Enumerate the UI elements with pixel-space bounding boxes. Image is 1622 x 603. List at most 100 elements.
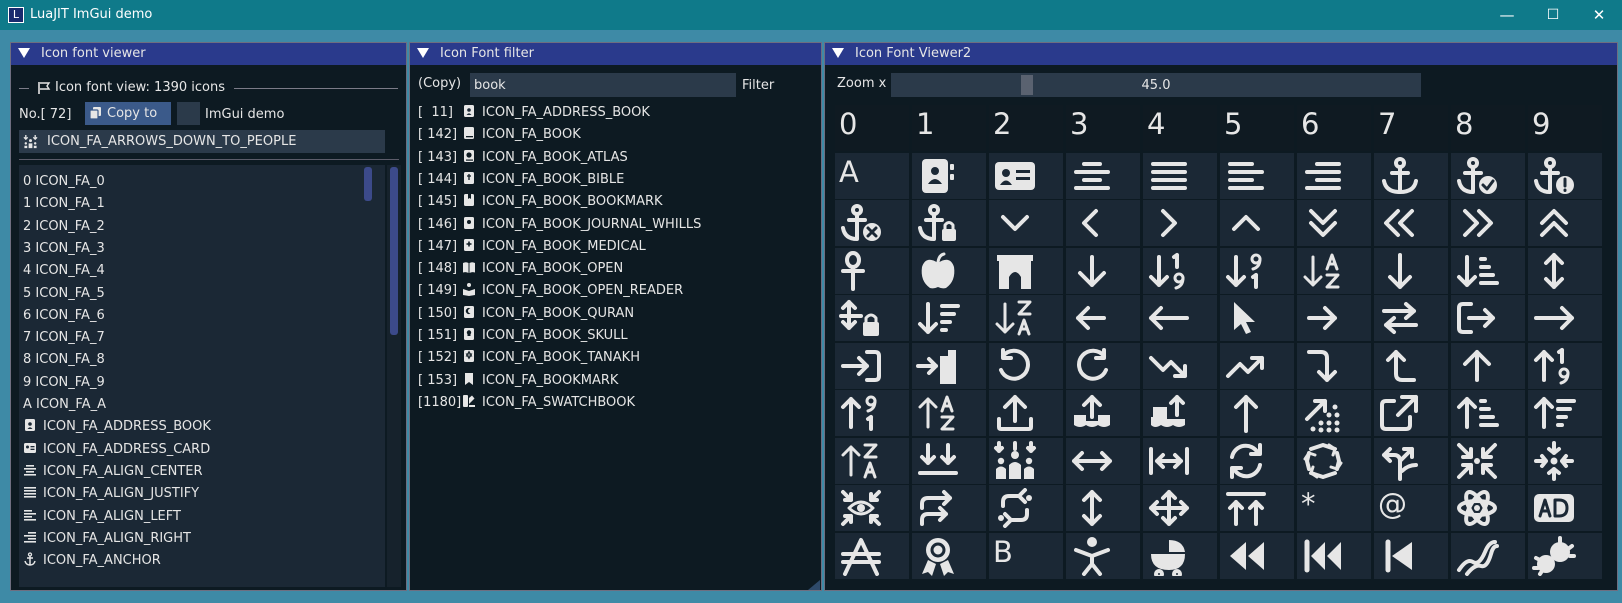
arrows-to-eye-icon[interactable]	[835, 485, 910, 532]
arrow-right-to-city-icon[interactable]	[912, 342, 987, 390]
ankh-icon[interactable]	[835, 247, 910, 295]
address-book-icon[interactable]	[912, 152, 987, 200]
list-item[interactable]: 2 ICON_FA_2	[23, 216, 105, 238]
arrows-up-down-icon[interactable]	[1528, 247, 1603, 295]
filter-result-row[interactable]: [ 150] ICON_FA_BOOK_QURAN	[418, 305, 634, 321]
zoom-slider[interactable]: 45.0	[891, 73, 1421, 97]
glyph-a[interactable]: A	[835, 152, 910, 200]
arrow-down-z-a-icon[interactable]	[989, 295, 1064, 342]
copy-to-button[interactable]: Copy to	[85, 102, 171, 125]
arrow-up-wide-short-icon[interactable]	[1528, 390, 1603, 437]
filter-result-row[interactable]: [ 148] ICON_FA_BOOK_OPEN	[418, 260, 623, 276]
arrow-rotate-left-icon[interactable]	[989, 342, 1064, 390]
filter-result-row[interactable]: [ 151] ICON_FA_BOOK_SKULL	[418, 327, 628, 343]
anchor-check-icon[interactable]	[1451, 152, 1526, 200]
at-icon[interactable]: @	[1374, 485, 1449, 532]
list-item[interactable]: 9 ICON_FA_9	[23, 372, 105, 394]
list-item[interactable]: 7 ICON_FA_7	[23, 327, 105, 349]
baby-icon[interactable]	[1066, 532, 1141, 580]
icon-grid[interactable]: 0 1 2 3 4 5 6 7 8 9 A * @ B	[835, 105, 1615, 590]
backward-step-icon[interactable]	[1374, 532, 1449, 580]
arrows-left-right-icon[interactable]	[1066, 437, 1141, 485]
chevron-up-icon[interactable]	[1220, 200, 1295, 247]
filter-result-row[interactable]: [ 146] ICON_FA_BOOK_JOURNAL_WHILLS	[418, 216, 701, 232]
arrow-up-from-water-pump-icon[interactable]	[1143, 390, 1218, 437]
list-item[interactable]: 4 ICON_FA_4	[23, 260, 105, 282]
award-icon[interactable]	[912, 532, 987, 580]
chevron-down-icon[interactable]	[989, 200, 1064, 247]
list-item[interactable]: ICON_FA_ADDRESS_BOOK	[23, 416, 211, 438]
double-chevron-down-icon[interactable]	[1297, 200, 1372, 247]
list-item[interactable]: ICON_FA_ALIGN_JUSTIFY	[23, 483, 199, 505]
arrow-up-from-bracket-icon[interactable]	[989, 390, 1064, 437]
arrow-rotate-right-icon[interactable]	[1066, 342, 1141, 390]
outer-scrollbar-track[interactable]	[387, 165, 401, 587]
collapse-triangle-icon[interactable]	[417, 48, 429, 58]
arrow-up-short-wide-icon[interactable]	[1451, 390, 1526, 437]
arrows-up-to-line-icon[interactable]	[1220, 485, 1295, 532]
anchor-lock-icon[interactable]	[912, 200, 987, 247]
list-item[interactable]: 3 ICON_FA_3	[23, 238, 105, 260]
imgui-demo-checkbox[interactable]	[177, 102, 200, 125]
copy-label[interactable]: (Copy)	[418, 76, 461, 91]
filter-result-row[interactable]: [ 145] ICON_FA_BOOK_BOOKMARK	[418, 193, 663, 209]
arrow-up-a-z-icon[interactable]	[912, 390, 987, 437]
arrows-to-dot-icon[interactable]	[1528, 437, 1603, 485]
filter-result-row[interactable]: [ 144] ICON_FA_BOOK_BIBLE	[418, 171, 624, 187]
double-chevron-right-icon[interactable]	[1451, 200, 1526, 247]
chevron-left-icon[interactable]	[1066, 200, 1141, 247]
filter-result-row[interactable]: [ 11] ICON_FA_ADDRESS_BOOK	[418, 104, 650, 120]
arrow-pointer-icon[interactable]	[1220, 295, 1295, 342]
maximize-button[interactable]: ☐	[1530, 0, 1576, 30]
address-card-icon[interactable]	[989, 152, 1064, 200]
close-button[interactable]: ✕	[1576, 0, 1622, 30]
arrow-up-from-ground-water-icon[interactable]	[1066, 390, 1141, 437]
align-center-icon[interactable]	[1066, 152, 1141, 200]
baby-carriage-icon[interactable]	[1143, 532, 1218, 580]
align-left-icon[interactable]	[1220, 152, 1295, 200]
anchor-icon[interactable]	[1374, 152, 1449, 200]
arrow-down-wide-short-icon[interactable]	[912, 295, 987, 342]
list-item[interactable]: ICON_FA_ALIGN_CENTER	[23, 461, 203, 483]
filter-result-row[interactable]: [ 143] ICON_FA_BOOK_ATLAS	[418, 149, 628, 165]
arrow-left-long-icon[interactable]	[1143, 295, 1218, 342]
collapse-triangle-icon[interactable]	[18, 48, 30, 58]
glyph-b[interactable]: B	[989, 532, 1064, 580]
filter-result-row[interactable]: [ 147] ICON_FA_BOOK_MEDICAL	[418, 238, 646, 254]
arrow-down-icon[interactable]	[1066, 247, 1141, 295]
list-item[interactable]: ICON_FA_ALIGN_LEFT	[23, 506, 181, 528]
arrow-trend-up-icon[interactable]	[1220, 342, 1295, 390]
minimize-button[interactable]: —	[1484, 0, 1530, 30]
filter-result-row[interactable]: [ 152] ICON_FA_BOOK_TANAKH	[418, 349, 640, 365]
bacteria-icon[interactable]	[1528, 532, 1603, 580]
list-item[interactable]: A ICON_FA_A	[23, 394, 106, 416]
filter-result-row[interactable]: [ 149] ICON_FA_BOOK_OPEN_READER	[418, 282, 683, 298]
double-chevron-up-icon[interactable]	[1528, 200, 1603, 247]
window-titlebar[interactable]: Icon Font Viewer2	[825, 43, 1617, 65]
arrows-to-circle-icon[interactable]	[1451, 437, 1526, 485]
window-titlebar[interactable]: Icon Font filter	[410, 43, 821, 65]
arrow-down-1-9-icon[interactable]	[1143, 247, 1218, 295]
arrow-left-icon[interactable]	[1066, 295, 1141, 342]
window-titlebar[interactable]: Icon font viewer	[11, 43, 406, 65]
anchor-alert-icon[interactable]	[1528, 152, 1603, 200]
outer-scrollbar-thumb[interactable]	[390, 167, 398, 335]
arrow-right-to-bracket-icon[interactable]	[835, 342, 910, 390]
arrows-down-to-people-icon[interactable]	[989, 437, 1064, 485]
asterisk-icon[interactable]: *	[1297, 485, 1372, 532]
list-item[interactable]: 5 ICON_FA_5	[23, 283, 105, 305]
arrow-right-arrow-left-icon[interactable]	[1374, 295, 1449, 342]
collapse-triangle-icon[interactable]	[832, 48, 844, 58]
arrow-up-right-dots-icon[interactable]	[1297, 390, 1372, 437]
arrow-down-short-wide-icon[interactable]	[1451, 247, 1526, 295]
arrows-rotate-icon[interactable]	[1220, 437, 1295, 485]
align-justify-icon[interactable]	[1143, 152, 1218, 200]
atom-icon[interactable]	[1451, 485, 1526, 532]
filter-input[interactable]: book	[470, 73, 736, 97]
chevron-right-icon[interactable]	[1143, 200, 1218, 247]
list-item[interactable]: 0 ICON_FA_0	[23, 171, 105, 193]
list-item[interactable]: ICON_FA_ANCHOR	[23, 550, 161, 572]
austral-sign-icon[interactable]	[835, 532, 910, 580]
arrows-turn-to-dots-icon[interactable]	[989, 485, 1064, 532]
list-item[interactable]: ICON_FA_ADDRESS_CARD	[23, 439, 210, 461]
